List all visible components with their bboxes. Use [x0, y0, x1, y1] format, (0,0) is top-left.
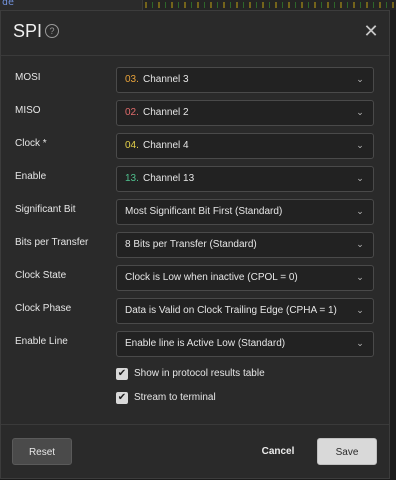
significant-bit-select[interactable]: Most Significant Bit First (Standard) ⌄ — [116, 199, 374, 225]
app-background-strip: de — [0, 0, 396, 10]
field-row-miso: MISO 02. Channel 2 ⌄ — [1, 100, 389, 126]
dialog-title: SPI — [13, 21, 43, 41]
field-label-clock-phase: Clock Phase — [15, 303, 72, 314]
spi-settings-dialog: SPI ? ✕ MOSI 03. Channel 3 ⌄ MISO 02. Ch… — [0, 10, 390, 479]
stream-to-terminal-checkbox[interactable]: ✔ — [116, 392, 128, 404]
background-tab: de — [0, 0, 143, 10]
clock-phase-select[interactable]: Data is Valid on Clock Trailing Edge (CP… — [116, 298, 374, 324]
chevron-down-icon: ⌄ — [356, 239, 364, 249]
clock-state-select[interactable]: Clock is Low when inactive (CPOL = 0) ⌄ — [116, 265, 374, 291]
chevron-down-icon: ⌄ — [356, 305, 364, 315]
channel-number: 02. — [125, 107, 139, 118]
show-in-results-checkbox[interactable]: ✔ — [116, 368, 128, 380]
chevron-down-icon: ⌄ — [356, 74, 364, 84]
field-row-clock-state: Clock State Clock is Low when inactive (… — [1, 265, 389, 291]
chevron-down-icon: ⌄ — [356, 206, 364, 216]
show-in-results-label: Show in protocol results table — [134, 368, 265, 379]
select-value: Enable line is Active Low (Standard) — [125, 338, 286, 349]
cancel-button[interactable]: Cancel — [249, 438, 307, 465]
field-row-bits-per-transfer: Bits per Transfer 8 Bits per Transfer (S… — [1, 232, 389, 258]
select-value: 8 Bits per Transfer (Standard) — [125, 239, 257, 250]
field-row-enable: Enable 13. Channel 13 ⌄ — [1, 166, 389, 192]
select-value: Channel 2 — [143, 107, 189, 118]
chevron-down-icon: ⌄ — [356, 173, 364, 183]
save-button[interactable]: Save — [317, 438, 377, 465]
field-label-mosi: MOSI — [15, 72, 41, 83]
field-row-enable-line: Enable Line Enable line is Active Low (S… — [1, 331, 389, 357]
select-value: Clock is Low when inactive (CPOL = 0) — [125, 272, 298, 283]
field-label-significant-bit: Significant Bit — [15, 204, 76, 215]
show-in-results-checkbox-row[interactable]: ✔ Show in protocol results table — [116, 367, 366, 383]
close-icon[interactable]: ✕ — [363, 22, 379, 40]
help-icon[interactable]: ? — [45, 24, 59, 38]
channel-number: 03. — [125, 74, 139, 85]
select-value: Channel 4 — [143, 140, 189, 151]
clock-select[interactable]: 04. Channel 4 ⌄ — [116, 133, 374, 159]
reset-button[interactable]: Reset — [12, 438, 72, 465]
chevron-down-icon: ⌄ — [356, 140, 364, 150]
stream-to-terminal-checkbox-row[interactable]: ✔ Stream to terminal — [116, 391, 366, 407]
enable-line-select[interactable]: Enable line is Active Low (Standard) ⌄ — [116, 331, 374, 357]
stream-to-terminal-label: Stream to terminal — [134, 392, 216, 403]
field-label-enable: Enable — [15, 171, 47, 182]
dialog-header: SPI ? ✕ — [1, 11, 389, 56]
field-row-significant-bit: Significant Bit Most Significant Bit Fir… — [1, 199, 389, 225]
field-label-enable-line: Enable Line — [15, 336, 68, 347]
select-value: Data is Valid on Clock Trailing Edge (CP… — [125, 305, 337, 316]
field-label-bits-per-transfer: Bits per Transfer — [15, 237, 89, 248]
chevron-down-icon: ⌄ — [356, 272, 364, 282]
dialog-footer: Reset Cancel Save — [1, 424, 389, 479]
field-row-clock-phase: Clock Phase Data is Valid on Clock Trail… — [1, 298, 389, 324]
select-value: Most Significant Bit First (Standard) — [125, 206, 283, 217]
select-value: Channel 3 — [143, 74, 189, 85]
bits-per-transfer-select[interactable]: 8 Bits per Transfer (Standard) ⌄ — [116, 232, 374, 258]
enable-select[interactable]: 13. Channel 13 ⌄ — [116, 166, 374, 192]
select-value: Channel 13 — [143, 173, 195, 184]
field-row-clock: Clock * 04. Channel 4 ⌄ — [1, 133, 389, 159]
channel-number: 13. — [125, 173, 139, 184]
background-trace — [145, 2, 395, 8]
miso-select[interactable]: 02. Channel 2 ⌄ — [116, 100, 374, 126]
chevron-down-icon: ⌄ — [356, 338, 364, 348]
field-row-mosi: MOSI 03. Channel 3 ⌄ — [1, 67, 389, 93]
mosi-select[interactable]: 03. Channel 3 ⌄ — [116, 67, 374, 93]
background-tab-text: de — [2, 0, 15, 8]
field-label-clock: Clock * — [15, 138, 47, 149]
chevron-down-icon: ⌄ — [356, 107, 364, 117]
field-label-clock-state: Clock State — [15, 270, 67, 281]
field-label-miso: MISO — [15, 105, 41, 116]
channel-number: 04. — [125, 140, 139, 151]
